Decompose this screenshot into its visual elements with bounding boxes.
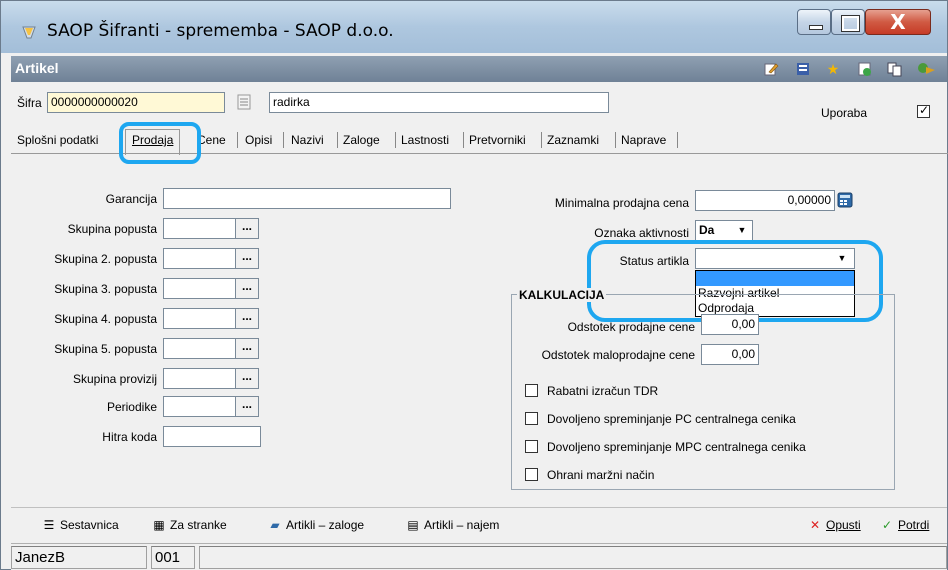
pc-cenik-checkbox[interactable] [525, 412, 538, 425]
status-bar: JanezB 001 [11, 543, 947, 570]
app-icon [22, 26, 36, 39]
periodike-input[interactable] [163, 396, 237, 417]
skupina-4-popusta-browse-button[interactable]: ... [235, 308, 259, 329]
tab-nazivi[interactable]: Nazivi [291, 133, 324, 147]
name-input[interactable]: radirka [269, 92, 609, 113]
hitra-koda-input[interactable] [163, 426, 261, 447]
status-empty [199, 546, 947, 569]
artikli-zaloge-button[interactable]: ▰ Artikli – zaloge [267, 518, 364, 532]
title-bar[interactable]: SAOP Šifranti - sprememba - SAOP d.o.o. … [1, 1, 947, 53]
skupina-5-popusta-label: Skupina 5. popusta [54, 342, 157, 356]
garancija-input[interactable] [163, 188, 451, 209]
tab-splosni-podatki[interactable]: Splošni podatki [17, 133, 98, 147]
window-title: SAOP Šifranti - sprememba - SAOP d.o.o. [47, 21, 394, 41]
sifra-input[interactable]: 0000000000020 [47, 92, 225, 113]
opusti-button[interactable]: ✕ Opusti [807, 518, 861, 532]
skupina-2-popusta-label: Skupina 2. popusta [54, 252, 157, 266]
list-icon[interactable] [795, 61, 811, 77]
potrdi-button[interactable]: ✓ Potrdi [879, 518, 929, 532]
kalkulacija-title: KALKULACIJA [517, 288, 607, 302]
run-icon[interactable] [917, 61, 935, 77]
oznaka-dropdown-icon[interactable]: ▼ [733, 222, 751, 239]
min-cena-input[interactable]: 0,00000 [695, 190, 835, 211]
odstotek-maloprodajne-input[interactable]: 0,00 [701, 344, 759, 365]
odstotek-prodajne-input[interactable]: 0,00 [701, 314, 759, 335]
main-window: SAOP Šifranti - sprememba - SAOP d.o.o. … [0, 0, 948, 570]
skupina-4-popusta-label: Skupina 4. popusta [54, 312, 157, 326]
hitra-koda-label: Hitra koda [102, 430, 157, 444]
sestavnica-icon: ☰ [43, 518, 55, 532]
copy-icon[interactable] [887, 61, 903, 77]
skupina-popusta-input[interactable] [163, 218, 237, 239]
close-button[interactable]: X [865, 9, 931, 35]
skupina-3-popusta-browse-button[interactable]: ... [235, 278, 259, 299]
mpc-cenik-checkbox[interactable] [525, 440, 538, 453]
skupina-3-popusta-label: Skupina 3. popusta [54, 282, 157, 296]
tab-zaznamki[interactable]: Zaznamki [547, 133, 599, 147]
artikel-header: Artikel ★ [11, 56, 947, 82]
calculator-icon[interactable] [837, 192, 853, 208]
mpc-cenik-label: Dovoljeno spreminjanje MPC centralnega c… [547, 440, 806, 454]
cancel-icon: ✕ [809, 518, 821, 532]
skupina-provizij-browse-button[interactable]: ... [235, 368, 259, 389]
refresh-icon[interactable] [857, 61, 873, 77]
close-icon: X [890, 10, 906, 34]
stock-icon: ▰ [270, 518, 280, 532]
rabatni-checkbox[interactable] [525, 384, 538, 397]
bottom-toolbar: ☰ Sestavnica ▦ Za stranke ▰ Artikli – zalog… [11, 507, 947, 543]
status-user: JanezB [11, 546, 147, 569]
oznaka-aktivnosti-label: Oznaka aktivnosti [594, 226, 689, 240]
periodike-label: Periodike [106, 400, 157, 414]
form-content: Šifra 0000000000020 radirka Uporaba Splo… [11, 82, 948, 502]
skupina-popusta-browse-button[interactable]: ... [235, 218, 259, 239]
garancija-label: Garancija [105, 192, 157, 206]
rabatni-label: Rabatni izračun TDR [547, 384, 659, 398]
tab-lastnosti[interactable]: Lastnosti [401, 133, 449, 147]
uporaba-checkbox[interactable] [917, 103, 930, 118]
tab-opisi[interactable]: Opisi [245, 133, 272, 147]
tab-naprave[interactable]: Naprave [621, 133, 666, 147]
skupina-provizij-input[interactable] [163, 368, 237, 389]
tab-cene[interactable]: Cene [197, 133, 226, 147]
odstotek-prodajne-label: Odstotek prodajne cene [567, 320, 695, 334]
code-icon[interactable] [237, 94, 251, 110]
skupina-2-popusta-browse-button[interactable]: ... [235, 248, 259, 269]
status-code: 001 [151, 546, 195, 569]
skupina-popusta-label: Skupina popusta [67, 222, 157, 236]
prodaja-highlight [119, 122, 201, 164]
odstotek-maloprodajne-label: Odstotek maloprodajne cene [541, 348, 695, 362]
maximize-button[interactable] [831, 9, 865, 35]
edit-icon[interactable] [763, 61, 779, 77]
minimize-button[interactable] [797, 9, 831, 35]
periodike-browse-button[interactable]: ... [235, 396, 259, 417]
pc-cenik-label: Dovoljeno spreminjanje PC centralnega ce… [547, 412, 796, 426]
skupina-2-popusta-input[interactable] [163, 248, 237, 269]
tab-pretvorniki[interactable]: Pretvorniki [469, 133, 526, 147]
sestavnica-button[interactable]: ☰ Sestavnica [41, 518, 119, 532]
min-cena-label: Minimalna prodajna cena [554, 196, 689, 210]
check-icon: ✓ [881, 518, 893, 532]
artikli-najem-button[interactable]: ▤ Artikli – najem [405, 518, 499, 532]
star-icon[interactable]: ★ [825, 61, 841, 77]
grid-icon: ▦ [153, 518, 165, 532]
sifra-label: Šifra [17, 96, 42, 110]
skupina-provizij-label: Skupina provizij [72, 372, 157, 386]
artikel-title: Artikel [15, 60, 59, 76]
skupina-4-popusta-input[interactable] [163, 308, 237, 329]
skupina-5-popusta-input[interactable] [163, 338, 237, 359]
rent-icon: ▤ [407, 518, 419, 532]
tab-zaloge[interactable]: Zaloge [343, 133, 380, 147]
marzni-checkbox[interactable] [525, 468, 538, 481]
skupina-5-popusta-browse-button[interactable]: ... [235, 338, 259, 359]
uporaba-label: Uporaba [821, 106, 868, 120]
skupina-3-popusta-input[interactable] [163, 278, 237, 299]
marzni-label: Ohrani maržni način [547, 468, 655, 482]
za-stranke-button[interactable]: ▦ Za stranke [151, 518, 226, 532]
